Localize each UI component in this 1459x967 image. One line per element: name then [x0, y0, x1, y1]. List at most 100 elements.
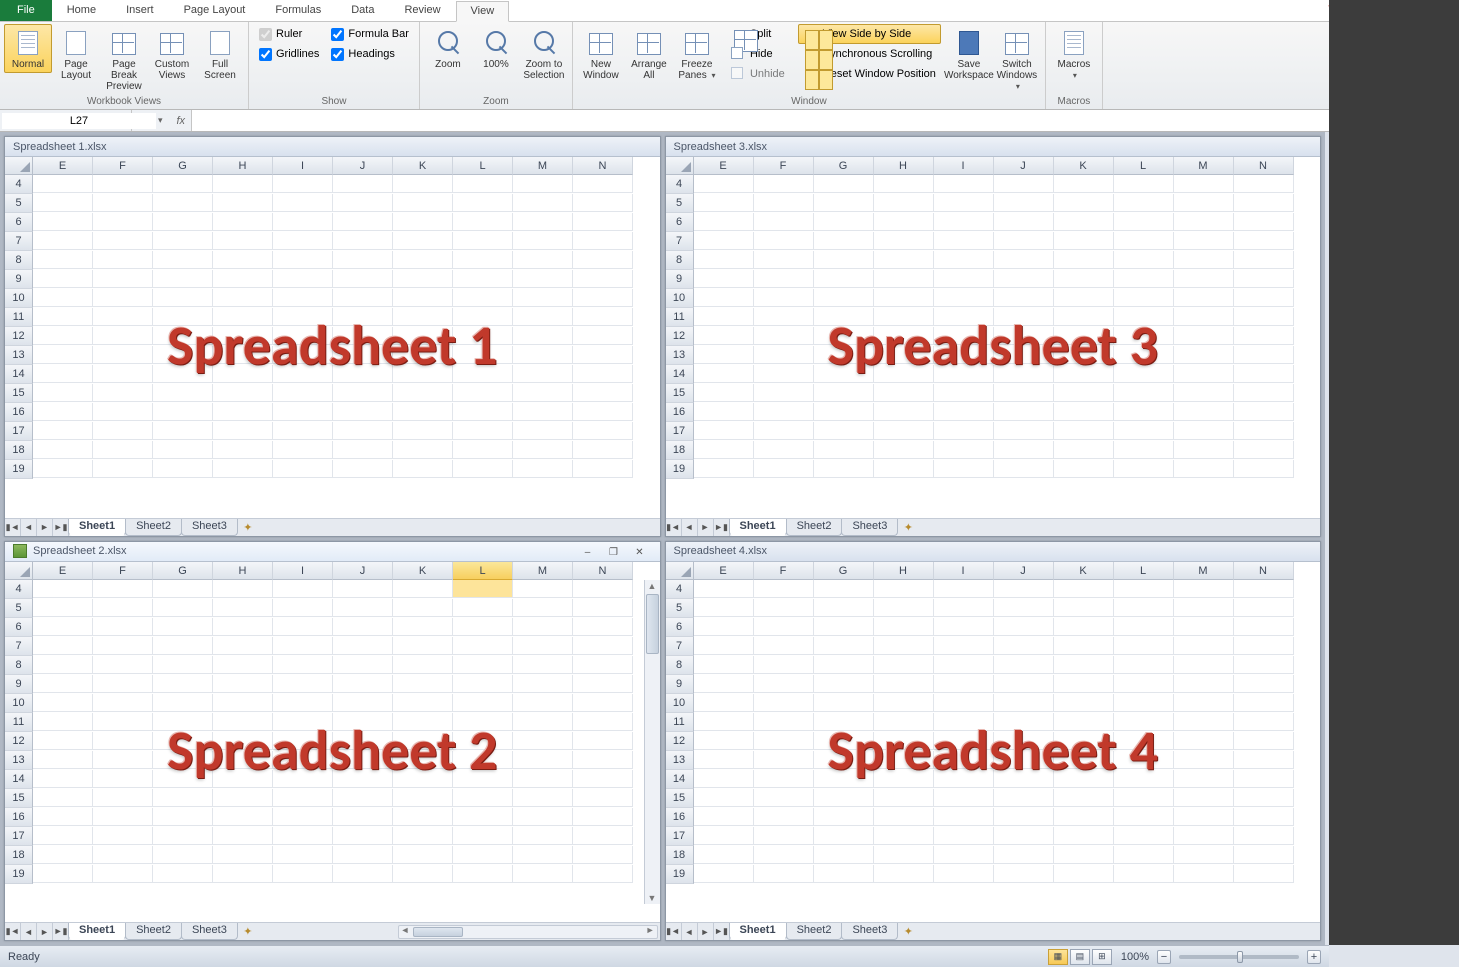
cell[interactable] — [33, 846, 93, 864]
cell[interactable] — [1234, 251, 1294, 269]
cell[interactable] — [573, 808, 633, 826]
cell[interactable] — [513, 460, 573, 478]
cell[interactable] — [33, 770, 93, 788]
column-header[interactable]: I — [934, 562, 994, 580]
cell[interactable] — [33, 441, 93, 459]
cell[interactable] — [1234, 637, 1294, 655]
cell[interactable] — [573, 694, 633, 712]
cell[interactable] — [93, 846, 153, 864]
cell[interactable] — [333, 422, 393, 440]
cell[interactable] — [33, 213, 93, 231]
cell[interactable] — [874, 441, 934, 459]
cell[interactable] — [93, 751, 153, 769]
cell[interactable] — [93, 308, 153, 326]
cell[interactable] — [513, 675, 573, 693]
cell[interactable] — [93, 194, 153, 212]
cell[interactable] — [453, 580, 513, 598]
cell[interactable] — [153, 403, 213, 421]
cell[interactable] — [814, 599, 874, 617]
row-header[interactable]: 7 — [5, 637, 33, 656]
row-header[interactable]: 10 — [5, 289, 33, 308]
cell[interactable] — [994, 694, 1054, 712]
cell[interactable] — [213, 346, 273, 364]
cell[interactable] — [273, 270, 333, 288]
cell[interactable] — [573, 656, 633, 674]
cell[interactable] — [393, 865, 453, 883]
column-header[interactable]: E — [33, 157, 93, 175]
cell[interactable] — [153, 789, 213, 807]
cell[interactable] — [1174, 751, 1234, 769]
cell[interactable] — [814, 675, 874, 693]
row-header[interactable]: 4 — [5, 175, 33, 194]
name-box-dropdown-icon[interactable]: ▾ — [158, 115, 163, 126]
cell[interactable] — [153, 846, 213, 864]
cell[interactable] — [1234, 751, 1294, 769]
row-header[interactable]: 19 — [666, 460, 694, 479]
cell[interactable] — [393, 384, 453, 402]
cell[interactable] — [994, 327, 1054, 345]
cell[interactable] — [994, 422, 1054, 440]
cell[interactable] — [1114, 384, 1174, 402]
column-header[interactable]: J — [994, 562, 1054, 580]
cell[interactable] — [33, 460, 93, 478]
cell[interactable] — [1114, 770, 1174, 788]
column-header[interactable]: J — [333, 157, 393, 175]
cell[interactable] — [754, 770, 814, 788]
workbook-title-bar[interactable]: Spreadsheet 1.xlsx — [5, 137, 660, 157]
cell[interactable] — [333, 789, 393, 807]
cell[interactable] — [1234, 865, 1294, 883]
cell[interactable] — [393, 618, 453, 636]
cell[interactable] — [694, 827, 754, 845]
cell[interactable] — [1114, 846, 1174, 864]
cell[interactable] — [393, 770, 453, 788]
cell[interactable] — [994, 751, 1054, 769]
cell[interactable] — [1174, 599, 1234, 617]
row-header[interactable]: 4 — [666, 175, 694, 194]
cell[interactable] — [93, 289, 153, 307]
headings-checkbox[interactable]: Headings — [329, 44, 411, 64]
cell[interactable] — [754, 694, 814, 712]
column-header[interactable]: M — [513, 562, 573, 580]
cell[interactable] — [874, 403, 934, 421]
cell[interactable] — [814, 270, 874, 288]
cell[interactable] — [513, 346, 573, 364]
zoom-out-button[interactable]: − — [1157, 950, 1171, 964]
cell[interactable] — [1114, 194, 1174, 212]
cell[interactable] — [1054, 599, 1114, 617]
cell[interactable] — [694, 694, 754, 712]
cell[interactable] — [994, 460, 1054, 478]
cell[interactable] — [393, 637, 453, 655]
nav-next-button[interactable]: ► — [37, 519, 53, 536]
cell[interactable] — [573, 441, 633, 459]
cell[interactable] — [994, 441, 1054, 459]
cell[interactable] — [814, 846, 874, 864]
cell[interactable] — [754, 308, 814, 326]
cell[interactable] — [1054, 175, 1114, 193]
cell[interactable] — [1054, 770, 1114, 788]
cell[interactable] — [814, 751, 874, 769]
cell[interactable] — [874, 808, 934, 826]
cell[interactable] — [393, 441, 453, 459]
cell[interactable] — [814, 384, 874, 402]
cell[interactable] — [273, 656, 333, 674]
column-header[interactable]: G — [153, 157, 213, 175]
cell[interactable] — [1114, 580, 1174, 598]
cell[interactable] — [573, 194, 633, 212]
cell[interactable] — [814, 213, 874, 231]
cell[interactable] — [153, 732, 213, 750]
horizontal-scrollbar[interactable] — [398, 925, 658, 939]
cell[interactable] — [814, 308, 874, 326]
cell[interactable] — [934, 865, 994, 883]
cell[interactable] — [754, 789, 814, 807]
column-header[interactable]: I — [273, 562, 333, 580]
cell[interactable] — [213, 194, 273, 212]
cell[interactable] — [333, 599, 393, 617]
cell[interactable] — [694, 789, 754, 807]
cell[interactable] — [513, 289, 573, 307]
cell[interactable] — [754, 618, 814, 636]
cell[interactable] — [1054, 346, 1114, 364]
row-header[interactable]: 8 — [666, 656, 694, 675]
split-button[interactable]: Split — [725, 24, 790, 44]
name-box-input[interactable] — [2, 113, 156, 129]
nav-first-button[interactable]: ▮◄ — [666, 519, 682, 536]
